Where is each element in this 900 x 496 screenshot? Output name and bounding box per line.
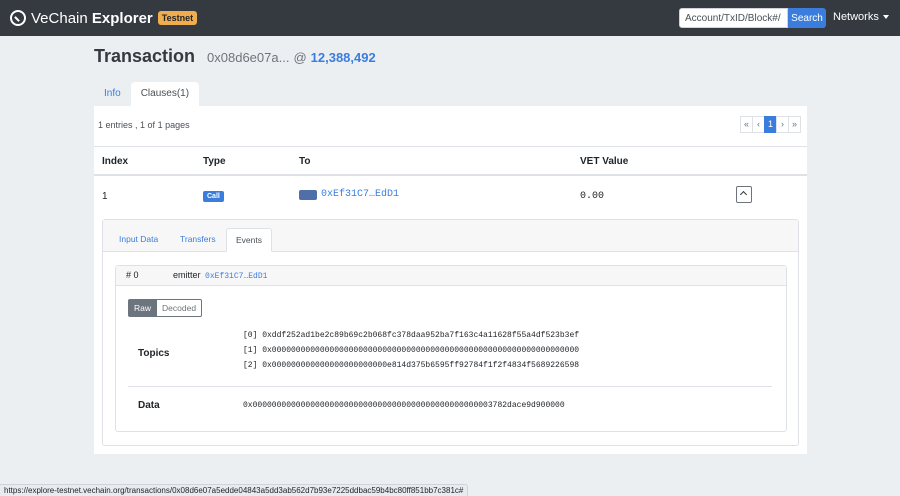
clause-type-badge: Call	[203, 190, 224, 202]
search-form: Search	[679, 8, 826, 28]
of-text: of	[145, 120, 158, 130]
table-row: 1 Call 0xEf31C7…EdD1 0.00	[94, 178, 807, 216]
pages-text: pages	[162, 120, 190, 130]
to-address-link[interactable]: 0xEf31C7…EdD1	[321, 189, 399, 200]
tab-events[interactable]: Events	[226, 228, 272, 252]
network-badge: Testnet	[157, 11, 198, 25]
detail-tabs: Input Data Transfers Events	[103, 220, 798, 252]
header-index: Index	[102, 156, 129, 167]
status-bar-url: https://explore-testnet.vechain.org/tran…	[0, 484, 469, 496]
clause-index: 1	[102, 191, 108, 202]
raw-button[interactable]: Raw	[128, 299, 158, 317]
header-to: To	[299, 156, 311, 167]
search-button[interactable]: Search	[788, 8, 826, 28]
page-header: Transaction 0x08d6e07a... @ 12,388,492	[94, 46, 376, 67]
clause-detail-card: Input Data Transfers Events # 0 emitter …	[102, 219, 799, 446]
header-type: Type	[203, 156, 226, 167]
event-emitter: emitter 0xEf31C7…EdD1	[173, 270, 267, 281]
emitter-address-link[interactable]: 0xEf31C7…EdD1	[205, 272, 267, 281]
tab-info[interactable]: Info	[94, 82, 131, 106]
event-data: 0x00000000000000000000000000000000000000…	[243, 401, 565, 410]
tab-transfers[interactable]: Transfers	[171, 228, 225, 252]
decoded-button[interactable]: Decoded	[157, 299, 203, 317]
event-card: # 0 emitter 0xEf31C7…EdD1 Raw Decoded To…	[115, 265, 787, 432]
event-number: # 0	[126, 270, 139, 280]
divider	[128, 386, 772, 387]
at-symbol: @	[293, 50, 307, 65]
brand-prefix: VeChain	[31, 9, 92, 27]
pagination: « ‹ 1 › »	[740, 116, 801, 133]
transaction-tabs: Info Clauses(1)	[94, 82, 200, 106]
transaction-id: 0x08d6e07a...	[207, 50, 290, 65]
emitter-label: emitter	[173, 270, 201, 280]
entries-text: entries ,	[103, 120, 141, 130]
topic-1: [1] 0x0000000000000000000000000000000000…	[243, 346, 580, 355]
brand-bold: Explorer	[91, 9, 153, 27]
topics-label: Topics	[138, 348, 170, 359]
brand-name: VeChain Explorer	[31, 10, 153, 27]
last-page-button[interactable]: »	[788, 116, 801, 133]
topic-2: [2] 0x000000000000000000000000e814d375b6…	[243, 361, 580, 370]
clauses-card: 1 entries , 1 of 1 pages « ‹ 1 › » Index…	[94, 106, 807, 454]
data-label: Data	[138, 400, 160, 411]
collapse-toggle-button[interactable]	[736, 186, 752, 203]
search-input[interactable]	[679, 8, 788, 28]
brand-link[interactable]: VeChain Explorer Testnet	[10, 10, 198, 27]
top-navbar: VeChain Explorer Testnet Search Networks	[0, 0, 900, 36]
address-identicon-icon	[299, 189, 317, 200]
call-badge: Call	[203, 191, 224, 202]
tab-clauses[interactable]: Clauses(1)	[130, 82, 200, 106]
topic-0: [0] 0xddf252ad1be2c89b69c2b068fc378daa95…	[243, 331, 580, 340]
scrollbar-track[interactable]	[891, 36, 900, 484]
page-title: Transaction	[94, 46, 196, 66]
event-header: # 0 emitter 0xEf31C7…EdD1	[116, 266, 786, 286]
header-vet-value: VET Value	[580, 156, 629, 167]
networks-dropdown[interactable]: Networks	[833, 11, 889, 23]
vet-value: 0.00	[580, 191, 605, 202]
caret-down-icon	[882, 15, 889, 19]
networks-label: Networks	[833, 11, 879, 23]
block-number-link[interactable]: 12,388,492	[311, 50, 376, 65]
vechain-logo-icon	[10, 10, 26, 26]
topics-list: [0] 0xddf252ad1be2c89b69c2b068fc378daa95…	[243, 328, 579, 373]
pagination-summary: 1 entries , 1 of 1 pages	[98, 120, 190, 130]
raw-decoded-toggle: Raw Decoded	[128, 299, 203, 317]
table-header: Index Type To VET Value	[94, 146, 807, 176]
tab-input-data[interactable]: Input Data	[110, 228, 167, 252]
clause-to: 0xEf31C7…EdD1	[299, 189, 399, 200]
